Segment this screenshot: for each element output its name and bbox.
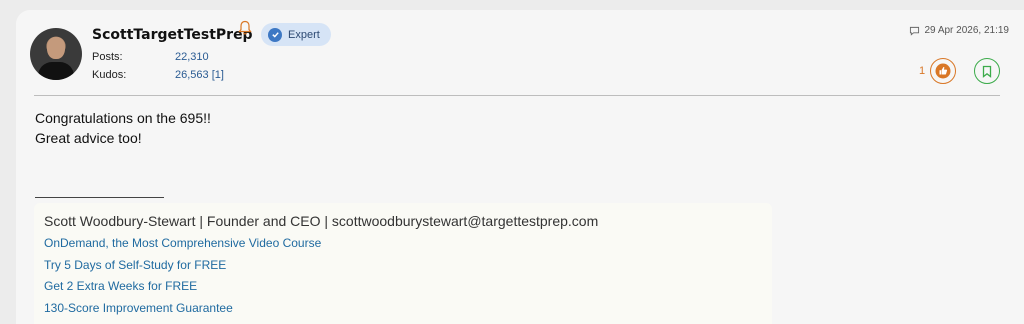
author-username[interactable]: ScottTargetTestPrep <box>92 27 253 43</box>
comment-icon <box>910 26 920 36</box>
bell-icon[interactable] <box>238 20 252 36</box>
avatar[interactable] <box>30 28 82 80</box>
signature-divider <box>35 197 164 198</box>
check-icon <box>268 27 282 42</box>
kudos-label: Kudos: <box>92 69 127 81</box>
signature-link-ondemand[interactable]: OnDemand, the Most Comprehensive Video C… <box>44 236 321 250</box>
avatar-body <box>38 62 74 80</box>
post-body-line: Congratulations on the 695!! <box>35 110 211 126</box>
expert-badge: Expert <box>261 23 331 46</box>
posts-value[interactable]: 22,310 <box>175 51 209 63</box>
post-timestamp[interactable]: 29 Apr 2026, 21:19 <box>909 25 1009 36</box>
header-divider <box>34 95 1000 96</box>
signature-name-line: Scott Woodbury-Stewart | Founder and CEO… <box>44 213 599 229</box>
posts-label: Posts: <box>92 51 123 63</box>
signature-block: Scott Woodbury-Stewart | Founder and CEO… <box>34 203 772 324</box>
thumbs-up-icon <box>935 63 951 79</box>
bookmark-icon <box>982 65 992 78</box>
timestamp-text: 29 Apr 2026, 21:19 <box>924 25 1009 36</box>
kudos-count: 1 <box>919 65 926 77</box>
avatar-head <box>47 37 65 59</box>
kudos-value-sub: [1] <box>211 69 224 81</box>
signature-link-guarantee[interactable]: 130-Score Improvement Guarantee <box>44 301 233 315</box>
signature-link-free-trial[interactable]: Try 5 Days of Self-Study for FREE <box>44 258 226 272</box>
kudos-value[interactable]: 26,563 [1] <box>175 69 224 81</box>
post-body: Congratulations on the 695!! Great advic… <box>35 108 211 148</box>
kudos-value-number: 26,563 <box>175 69 209 81</box>
post-body-line: Great advice too! <box>35 130 142 146</box>
kudos-button[interactable] <box>930 58 956 84</box>
bookmark-button[interactable] <box>974 58 1000 84</box>
signature-link-extra-weeks[interactable]: Get 2 Extra Weeks for FREE <box>44 279 197 293</box>
badge-label: Expert <box>288 28 320 41</box>
